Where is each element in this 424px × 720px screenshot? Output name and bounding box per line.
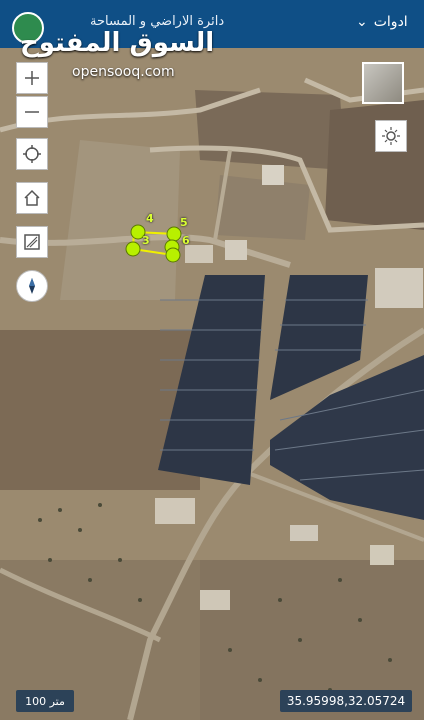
locate-icon <box>23 145 41 163</box>
measure-button[interactable] <box>16 226 48 258</box>
scale-bar: 100 متر <box>16 690 74 712</box>
sun-icon <box>382 127 400 145</box>
tools-label: ادوات <box>373 14 408 30</box>
home-button[interactable] <box>16 182 48 214</box>
tools-menu-button[interactable]: ⌄ ادوات <box>356 14 408 30</box>
chevron-down-icon: ⌄ <box>356 14 368 30</box>
measure-icon <box>24 234 40 250</box>
basemap-toggle[interactable] <box>362 62 404 104</box>
brightness-button[interactable] <box>375 120 407 152</box>
compass-button[interactable] <box>16 270 48 302</box>
department-title: دائرة الاراضي و المساحة <box>90 14 225 29</box>
plot-number-label: 6 <box>182 234 190 247</box>
locate-button[interactable] <box>16 138 48 170</box>
compass-icon <box>29 278 35 294</box>
home-icon <box>24 189 40 206</box>
zoom-out-button[interactable] <box>16 96 48 128</box>
zoom-in-button[interactable] <box>16 62 48 94</box>
satellite-map[interactable] <box>0 0 424 720</box>
plus-icon <box>25 71 39 85</box>
plot-number-label: 5 <box>180 216 188 229</box>
plot-number-label: 3 <box>142 234 150 247</box>
brand-arabic: السوق المفتوح <box>20 28 215 58</box>
brand-english: opensooq.com <box>72 64 175 80</box>
plot-number-label: 4 <box>146 212 154 225</box>
minus-icon <box>25 111 39 113</box>
coordinates-readout: 35.95998,32.05724 <box>280 690 412 712</box>
